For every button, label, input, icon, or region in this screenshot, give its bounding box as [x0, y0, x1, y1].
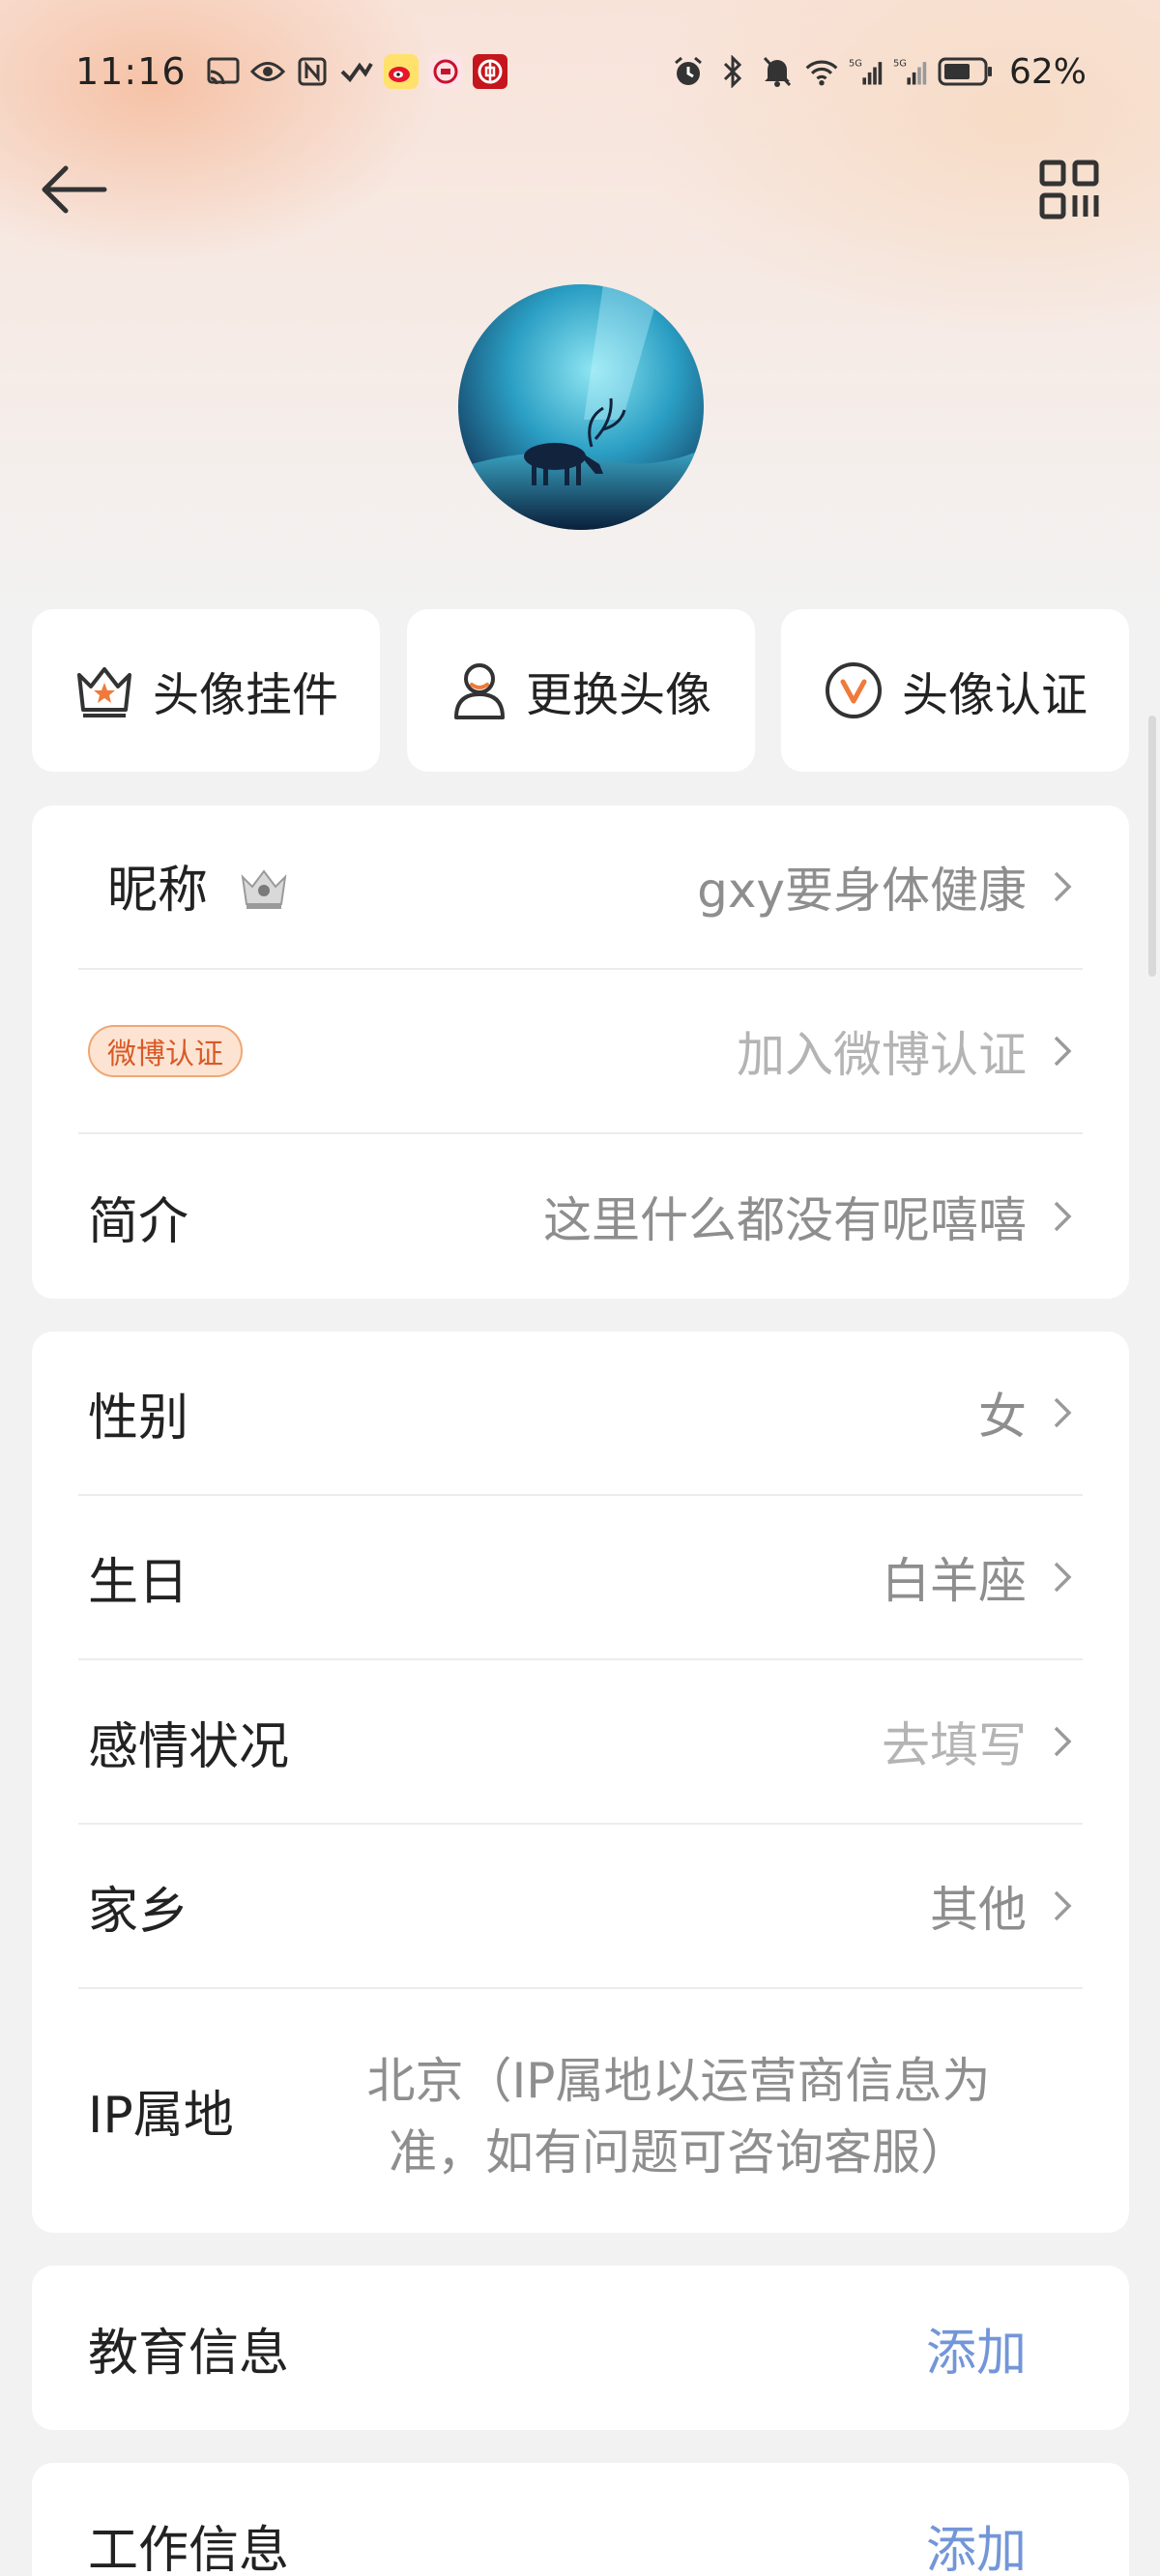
change-avatar-label: 更换头像 [525, 668, 711, 722]
bio-row[interactable]: 简介 这里什么都没有呢嘻嘻 [78, 1134, 1083, 1299]
qr-code-icon [1039, 160, 1099, 220]
status-bar: 11:16 5G 5G 62% [0, 0, 1160, 143]
alarm-icon [671, 54, 706, 89]
nickname-row[interactable]: 昵称 gxy要身体健康 [78, 805, 1083, 970]
mute-icon [760, 54, 795, 89]
bank-app-icon [427, 54, 463, 89]
birthday-row[interactable]: 生日 白羊座 [78, 1496, 1083, 1660]
weibo-verify-badge: 微博认证 [88, 1025, 243, 1077]
relationship-value: 去填写 [882, 1717, 1027, 1773]
crown-pendant-icon [76, 667, 131, 717]
health-icon [339, 54, 374, 89]
avatar-pendant-label: 头像挂件 [152, 668, 338, 722]
back-button[interactable] [35, 155, 112, 224]
status-time: 11:16 [75, 50, 187, 93]
vip-crown-icon [238, 864, 290, 924]
work-row[interactable]: 工作信息 添加 [78, 2463, 1083, 2576]
birthday-label: 生日 [88, 1553, 189, 1612]
back-arrow-icon [42, 165, 107, 214]
birthday-value: 白羊座 [882, 1553, 1027, 1609]
nickname-title: 昵称 [107, 849, 290, 924]
ip-location-label: IP属地 [88, 2086, 234, 2145]
weibo-verify-row[interactable]: 微博认证 加入微博认证 [78, 970, 1083, 1134]
wifi-icon [804, 54, 839, 89]
battery-percent: 62% [1008, 51, 1087, 92]
change-avatar-button[interactable]: 更换头像 [407, 609, 755, 772]
details-card: 性别 女 生日 白羊座 感情状况 去填写 家乡 其他 IP属地 北京（IP属地以… [32, 1332, 1129, 2233]
battery-icon [938, 54, 994, 89]
scrollbar-thumb[interactable] [1148, 716, 1156, 977]
bio-value: 这里什么都没有呢嘻嘻 [543, 1192, 1027, 1248]
status-right: 5G 5G 62% [671, 52, 1087, 92]
ip-location-row: IP属地 北京（IP属地以运营商信息为准，如有问题可咨询客服） [78, 1989, 1083, 2231]
svg-text:5G: 5G [893, 59, 907, 70]
hometown-value: 其他 [930, 1882, 1027, 1938]
eye-icon [249, 54, 285, 89]
hometown-label: 家乡 [88, 1882, 189, 1941]
gender-row[interactable]: 性别 女 [78, 1332, 1083, 1496]
qr-code-button[interactable] [1034, 155, 1104, 224]
nickname-label: 昵称 [107, 862, 209, 921]
basic-info-card: 昵称 gxy要身体健康 微博认证 加入微博认证 简介 这里什么都没有呢嘻嘻 [32, 805, 1129, 1299]
avatar-pendant-button[interactable]: 头像挂件 [32, 609, 380, 772]
avatar-image [458, 284, 704, 530]
relationship-label: 感情状况 [88, 1717, 290, 1776]
education-row[interactable]: 教育信息 添加 [78, 2266, 1083, 2430]
bio-label: 简介 [88, 1192, 189, 1251]
education-label: 教育信息 [88, 2324, 290, 2383]
weibo-app-icon [383, 54, 419, 89]
avatar-actions: 头像挂件 更换头像 头像认证 [32, 609, 1129, 772]
education-card: 教育信息 添加 [32, 2266, 1129, 2430]
chevron-right-icon [1054, 1726, 1072, 1757]
verified-v-icon [825, 662, 882, 718]
work-label: 工作信息 [88, 2522, 290, 2576]
chevron-right-icon [1054, 1397, 1072, 1428]
gender-label: 性别 [88, 1389, 189, 1448]
cast-icon [206, 54, 241, 89]
work-add-button[interactable]: 添加 [926, 2509, 1027, 2576]
chevron-right-icon [1054, 871, 1072, 902]
gender-value: 女 [978, 1389, 1027, 1445]
relationship-row[interactable]: 感情状况 去填写 [78, 1660, 1083, 1825]
signal-5g-icon-1: 5G [849, 54, 884, 89]
boc-app-icon [472, 54, 508, 89]
nickname-value: gxy要身体健康 [697, 863, 1027, 919]
weibo-verify-value: 加入微博认证 [737, 1027, 1027, 1083]
hometown-row[interactable]: 家乡 其他 [78, 1825, 1083, 1989]
chevron-right-icon [1054, 1562, 1072, 1593]
person-icon [453, 663, 505, 719]
bluetooth-icon [715, 54, 750, 89]
profile-avatar[interactable] [458, 284, 704, 530]
avatar-verify-label: 头像认证 [901, 668, 1088, 722]
education-add-button[interactable]: 添加 [926, 2312, 1027, 2385]
signal-5g-icon-2: 5G [893, 54, 928, 89]
chevron-right-icon [1054, 1201, 1072, 1232]
work-card: 工作信息 添加 [32, 2463, 1129, 2576]
status-left: 11:16 [75, 50, 508, 93]
nfc-icon [295, 54, 330, 89]
avatar-verify-button[interactable]: 头像认证 [781, 609, 1129, 772]
svg-text:5G: 5G [849, 59, 862, 70]
chevron-right-icon [1054, 1890, 1072, 1921]
chevron-right-icon [1054, 1036, 1072, 1067]
ip-location-value: 北京（IP属地以运营商信息为准，如有问题可咨询客服） [366, 2053, 991, 2181]
